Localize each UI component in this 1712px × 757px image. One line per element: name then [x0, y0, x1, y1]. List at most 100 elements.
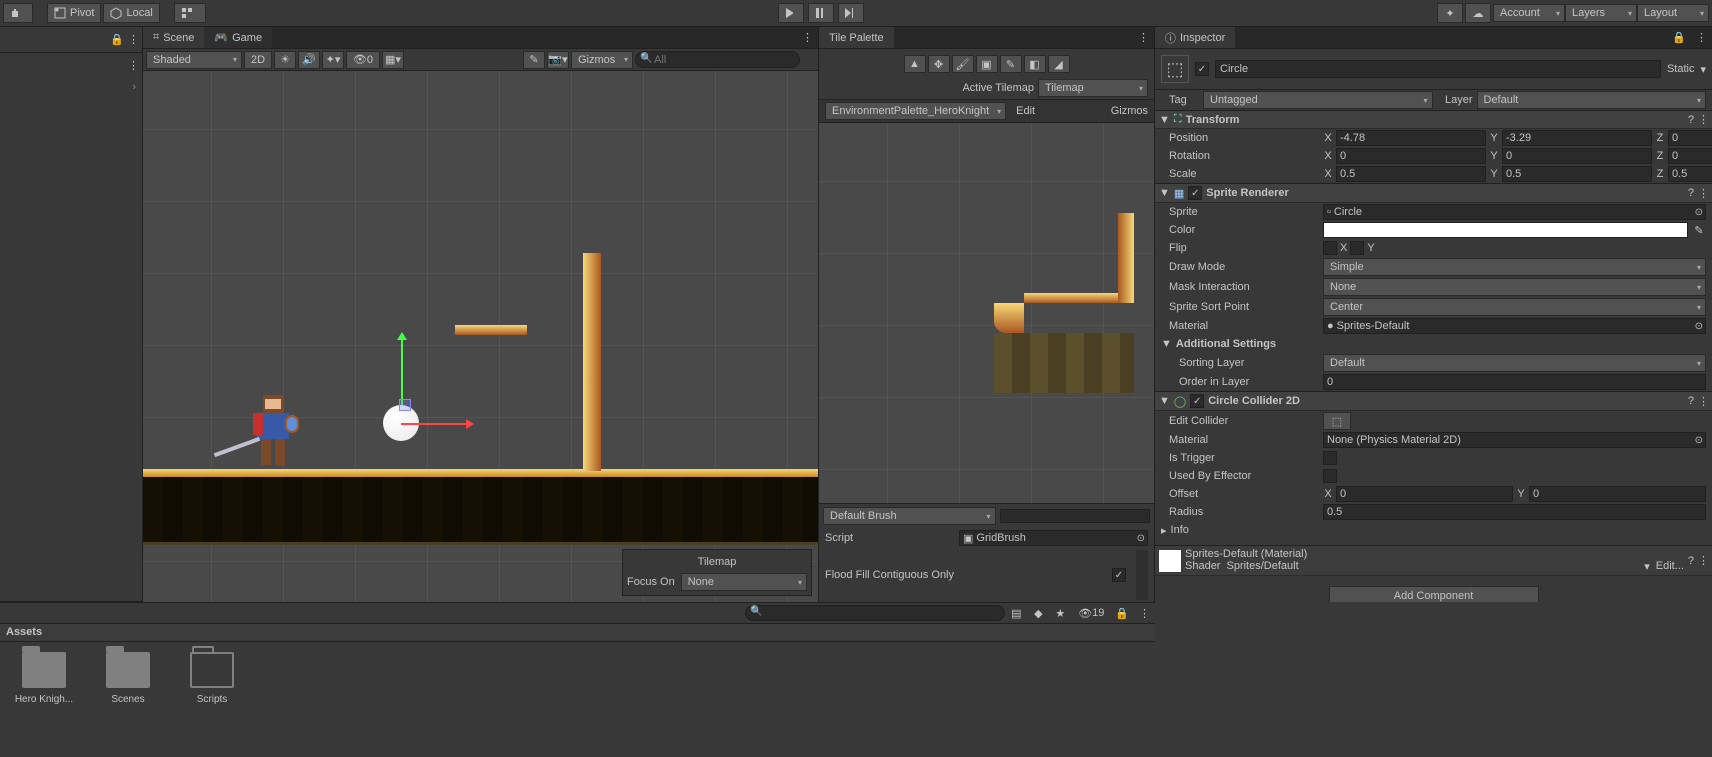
- scl-x[interactable]: [1336, 166, 1486, 182]
- snap-toggle[interactable]: [174, 3, 206, 23]
- flip-x[interactable]: [1323, 241, 1337, 255]
- gameobject-icon[interactable]: ⬚: [1161, 55, 1189, 83]
- color-field[interactable]: [1323, 222, 1688, 238]
- menu-icon[interactable]: ⋮: [1698, 554, 1708, 567]
- tab-tile-palette[interactable]: Tile Palette: [819, 27, 894, 48]
- phys-material-field[interactable]: None (Physics Material 2D): [1323, 432, 1706, 448]
- hidden-count[interactable]: 👁19: [1071, 604, 1111, 622]
- pos-x[interactable]: [1336, 130, 1486, 146]
- rot-z[interactable]: [1668, 148, 1712, 164]
- lock-icon[interactable]: 🔒: [1111, 607, 1133, 620]
- material-field[interactable]: ●Sprites-Default: [1323, 318, 1706, 334]
- material-footer-header[interactable]: Sprites-Default (Material) ShaderSprites…: [1155, 545, 1712, 576]
- camera-icon[interactable]: 📷▾: [547, 51, 569, 69]
- pivot-toggle[interactable]: Pivot: [47, 3, 101, 23]
- menu-icon[interactable]: ⋮: [1133, 607, 1155, 620]
- folder-hero-knight[interactable]: Hero Knigh...: [12, 652, 76, 747]
- menu-icon[interactable]: ⋮: [1698, 187, 1708, 200]
- gizmos-dropdown[interactable]: Gizmos: [571, 51, 633, 69]
- menu-icon[interactable]: ⋮: [128, 33, 138, 46]
- palette-edit-button[interactable]: Edit: [1010, 105, 1041, 117]
- palette-move-tool[interactable]: ✥: [928, 55, 950, 73]
- material-edit[interactable]: Edit...: [1656, 560, 1684, 573]
- folder-scripts[interactable]: Scripts: [180, 652, 244, 747]
- radius-field[interactable]: [1323, 504, 1706, 520]
- offset-y[interactable]: [1529, 486, 1706, 502]
- focus-dropdown[interactable]: None: [681, 573, 807, 591]
- edit-collider-button[interactable]: ⬚: [1323, 412, 1351, 430]
- help-icon[interactable]: ?: [1688, 187, 1694, 199]
- order-field[interactable]: [1323, 374, 1706, 390]
- audio-toggle[interactable]: 🔊: [298, 51, 320, 69]
- circle-gizmo[interactable]: [383, 405, 419, 441]
- pos-y[interactable]: [1502, 130, 1652, 146]
- brush-slider[interactable]: [1000, 509, 1151, 523]
- additional-header[interactable]: Additional Settings: [1176, 338, 1276, 350]
- folder-scenes[interactable]: Scenes: [96, 652, 160, 747]
- fx-toggle[interactable]: ✦▾: [322, 51, 344, 69]
- grid-toggle[interactable]: ▦▾: [382, 51, 404, 69]
- tab-inspector[interactable]: ⓘInspector: [1155, 27, 1235, 48]
- account-dropdown[interactable]: Account: [1493, 4, 1565, 22]
- layer-dropdown[interactable]: Default: [1477, 91, 1707, 109]
- project-search[interactable]: [745, 605, 1005, 621]
- offset-x[interactable]: [1336, 486, 1513, 502]
- active-checkbox[interactable]: [1195, 62, 1209, 76]
- palette-scrollbar[interactable]: [1136, 550, 1148, 600]
- help-icon[interactable]: ?: [1688, 555, 1694, 567]
- sorting-layer-dropdown[interactable]: Default: [1323, 354, 1706, 372]
- sprite-field[interactable]: ▫Circle: [1323, 204, 1706, 220]
- active-tilemap-dropdown[interactable]: Tilemap: [1038, 79, 1148, 97]
- tab-scene[interactable]: ⌗Scene: [143, 27, 204, 48]
- tab-game[interactable]: 🎮Game: [204, 27, 272, 48]
- palette-select-dropdown[interactable]: EnvironmentPalette_HeroKnight: [825, 102, 1006, 120]
- pause-button[interactable]: [808, 3, 834, 23]
- palette-picker-tool[interactable]: ✎: [1000, 55, 1022, 73]
- add-component-button[interactable]: Add Component: [1329, 586, 1539, 602]
- rot-x[interactable]: [1336, 148, 1486, 164]
- menu-icon[interactable]: ⋮: [1132, 31, 1154, 44]
- step-button[interactable]: [838, 3, 864, 23]
- info-foldout[interactable]: Info: [1171, 524, 1189, 536]
- lighting-toggle[interactable]: ☀: [274, 51, 296, 69]
- eyedropper-icon[interactable]: ✎: [1692, 224, 1706, 237]
- menu-icon[interactable]: ⋮: [796, 31, 818, 44]
- palette-select-tool[interactable]: ▲: [904, 55, 926, 73]
- menu-icon[interactable]: ⋮: [128, 59, 138, 72]
- palette-viewport[interactable]: [819, 122, 1154, 504]
- lock-icon[interactable]: 🔒: [110, 33, 124, 46]
- favorite-icon[interactable]: ★: [1049, 604, 1071, 622]
- sort-point-dropdown[interactable]: Center: [1323, 298, 1706, 316]
- flood-fill-checkbox[interactable]: [1112, 568, 1126, 582]
- is-trigger-checkbox[interactable]: [1323, 451, 1337, 465]
- x-axis-handle[interactable]: [401, 423, 471, 425]
- collider-header[interactable]: ▼ ◯ Circle Collider 2D? ⋮: [1155, 391, 1712, 411]
- draw-mode-dropdown[interactable]: Simple: [1323, 258, 1706, 276]
- menu-icon[interactable]: ⋮: [1698, 113, 1708, 126]
- brush-dropdown[interactable]: Default Brush: [823, 507, 996, 525]
- local-toggle[interactable]: Local: [103, 3, 159, 23]
- palette-box-tool[interactable]: ▣: [976, 55, 998, 73]
- menu-icon[interactable]: ⋮: [1690, 31, 1712, 44]
- scl-y[interactable]: [1502, 166, 1652, 182]
- scene-search[interactable]: [635, 51, 800, 68]
- transform-header[interactable]: ▼ ⛶ Transform? ⋮: [1155, 110, 1712, 129]
- object-name-input[interactable]: [1215, 60, 1661, 78]
- tag-dropdown[interactable]: Untagged: [1203, 91, 1433, 109]
- shading-dropdown[interactable]: Shaded: [146, 51, 242, 69]
- help-icon[interactable]: ?: [1688, 114, 1694, 126]
- palette-gizmos-toggle[interactable]: Gizmos: [1111, 105, 1148, 117]
- script-field[interactable]: ▣GridBrush: [959, 530, 1148, 546]
- lock-icon[interactable]: 🔒: [1668, 31, 1690, 44]
- layout-dropdown[interactable]: Layout: [1637, 4, 1709, 22]
- sr-enable[interactable]: [1188, 186, 1202, 200]
- palette-erase-tool[interactable]: ◧: [1024, 55, 1046, 73]
- filter-icon[interactable]: ▤: [1005, 604, 1027, 622]
- help-icon[interactable]: ?: [1688, 395, 1694, 407]
- rot-y[interactable]: [1502, 148, 1652, 164]
- tool-hand[interactable]: [3, 3, 33, 23]
- scene-viewport[interactable]: Tilemap Focus On None: [143, 71, 818, 602]
- mask-dropdown[interactable]: None: [1323, 278, 1706, 296]
- tools-icon[interactable]: ✎: [523, 51, 545, 69]
- layers-dropdown[interactable]: Layers: [1565, 4, 1637, 22]
